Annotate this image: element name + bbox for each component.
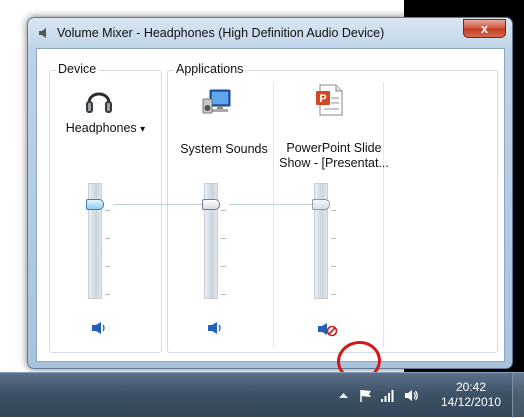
show-desktop-button[interactable] [512, 373, 524, 418]
close-button[interactable]: x [463, 19, 506, 38]
flag-icon[interactable] [358, 388, 373, 403]
app-name-system-sounds: System Sounds [180, 142, 268, 156]
speaker-small-icon [39, 28, 46, 38]
app-name-line1: PowerPoint Slide [286, 141, 382, 155]
system-sounds-mute-button[interactable] [207, 321, 223, 335]
slider-tick [331, 210, 336, 211]
slider-tick [105, 294, 110, 295]
clock-date: 14/12/2010 [440, 395, 502, 409]
slider-tick [331, 294, 336, 295]
slider-tick [331, 238, 336, 239]
taskbar: 20:42 14/12/2010 [0, 372, 524, 418]
column-separator [383, 82, 384, 347]
mixer-client-area: Device Applications Headphones ▾ System … [36, 48, 505, 384]
window-title: Volume Mixer - Headphones (High Definiti… [57, 26, 385, 40]
slider-tick [221, 238, 226, 239]
app-name-powerpoint: PowerPoint Slide Show - [Presentat... [277, 141, 391, 171]
clock-time: 20:42 [455, 380, 487, 394]
slider-tick [105, 266, 110, 267]
app-name-line2: Show - [Presentat... [279, 156, 389, 170]
device-group-label: Device [56, 62, 99, 76]
powerpoint-volume-thumb[interactable] [312, 199, 330, 210]
slider-tick [221, 266, 226, 267]
arrow-up-icon[interactable] [336, 388, 351, 403]
column-separator [273, 82, 274, 347]
system-sounds-icon [202, 89, 231, 114]
svg-text:P: P [319, 93, 326, 105]
slider-tick [221, 294, 226, 295]
device-selector[interactable]: Headphones ▾ [57, 121, 154, 135]
device-volume-thumb[interactable] [86, 199, 104, 210]
network-icon[interactable] [380, 388, 395, 403]
device-mute-button[interactable] [91, 321, 107, 335]
device-name: Headphones [65, 121, 137, 135]
volume-mixer-window: Volume Mixer - Headphones (High Definiti… [27, 17, 513, 384]
slider-tick [331, 266, 336, 267]
slider-tick [221, 210, 226, 211]
title-bar[interactable]: Volume Mixer - Headphones (High Definiti… [28, 18, 512, 48]
slider-tick [105, 238, 110, 239]
powerpoint-icon: P [316, 84, 343, 116]
headphones-icon [86, 92, 112, 113]
system-sounds-volume-thumb[interactable] [202, 199, 220, 210]
applications-group-label: Applications [174, 62, 246, 76]
speaker-icon[interactable] [404, 388, 419, 403]
taskbar-clock[interactable]: 20:42 14/12/2010 [431, 380, 511, 410]
chevron-down-icon: ▾ [140, 124, 146, 135]
powerpoint-mute-button[interactable] [317, 321, 339, 337]
slider-tick [105, 210, 110, 211]
